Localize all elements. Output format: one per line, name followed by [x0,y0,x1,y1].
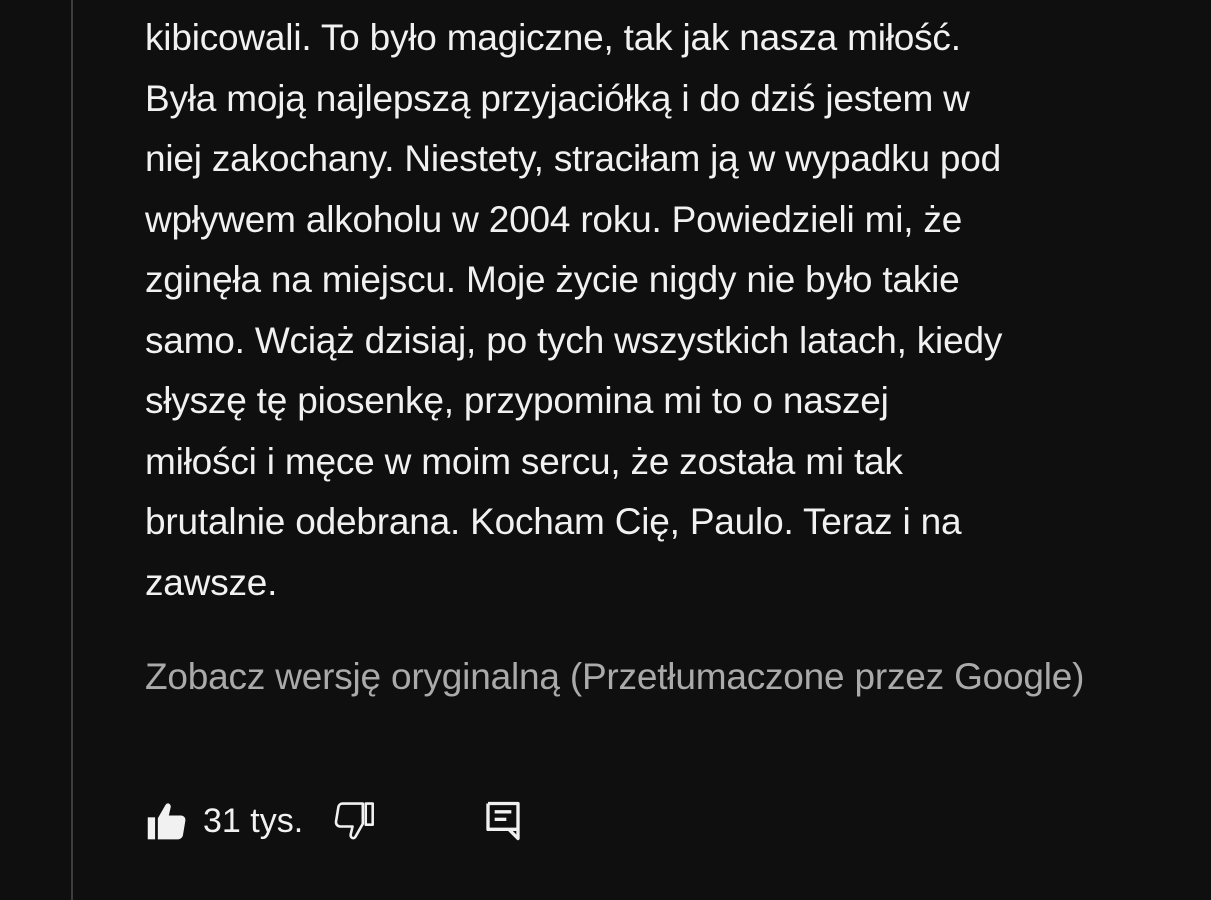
comment-line: Była moją najlepszą przyjaciółką i do dz… [145,77,970,119]
comment-line: miłości i męce w moim sercu, że została … [145,440,903,482]
dislike-button[interactable] [331,797,377,845]
comment-line: wpływem alkoholu w 2004 roku. Powiedziel… [145,198,963,240]
thumbs-down-outline-icon [334,802,375,840]
like-count: 31 tys. [203,801,304,840]
comment-action-bar: 31 tys. [145,795,523,847]
comment-line: słyszę tę piosenkę, przypomina mi to o n… [145,380,889,421]
like-button[interactable] [145,797,189,845]
see-original-link[interactable]: Zobacz wersję oryginalną (Przetłumaczone… [145,652,1084,702]
comment-body: kibicowali. To było magiczne, tak jak na… [145,8,1145,613]
reply-comment-icon [486,801,520,841]
thumbs-up-filled-icon [147,803,186,840]
comment-line: zawsze. [145,561,278,603]
comment-line: zginęła na miejscu. Moje życie nigdy nie… [145,259,960,300]
comment-line: niej zakochany. Niestety, straciłam ją w… [145,138,1002,179]
comment-line: kibicowali. To było magiczne, tak jak na… [145,17,961,58]
reply-button[interactable] [483,797,523,845]
comment-line: samo. Wciąż dzisiaj, po tych wszystkich … [145,319,1003,361]
thread-line [71,0,73,900]
comment-line: brutalnie odebrana. Kocham Cię, Paulo. T… [145,501,962,542]
